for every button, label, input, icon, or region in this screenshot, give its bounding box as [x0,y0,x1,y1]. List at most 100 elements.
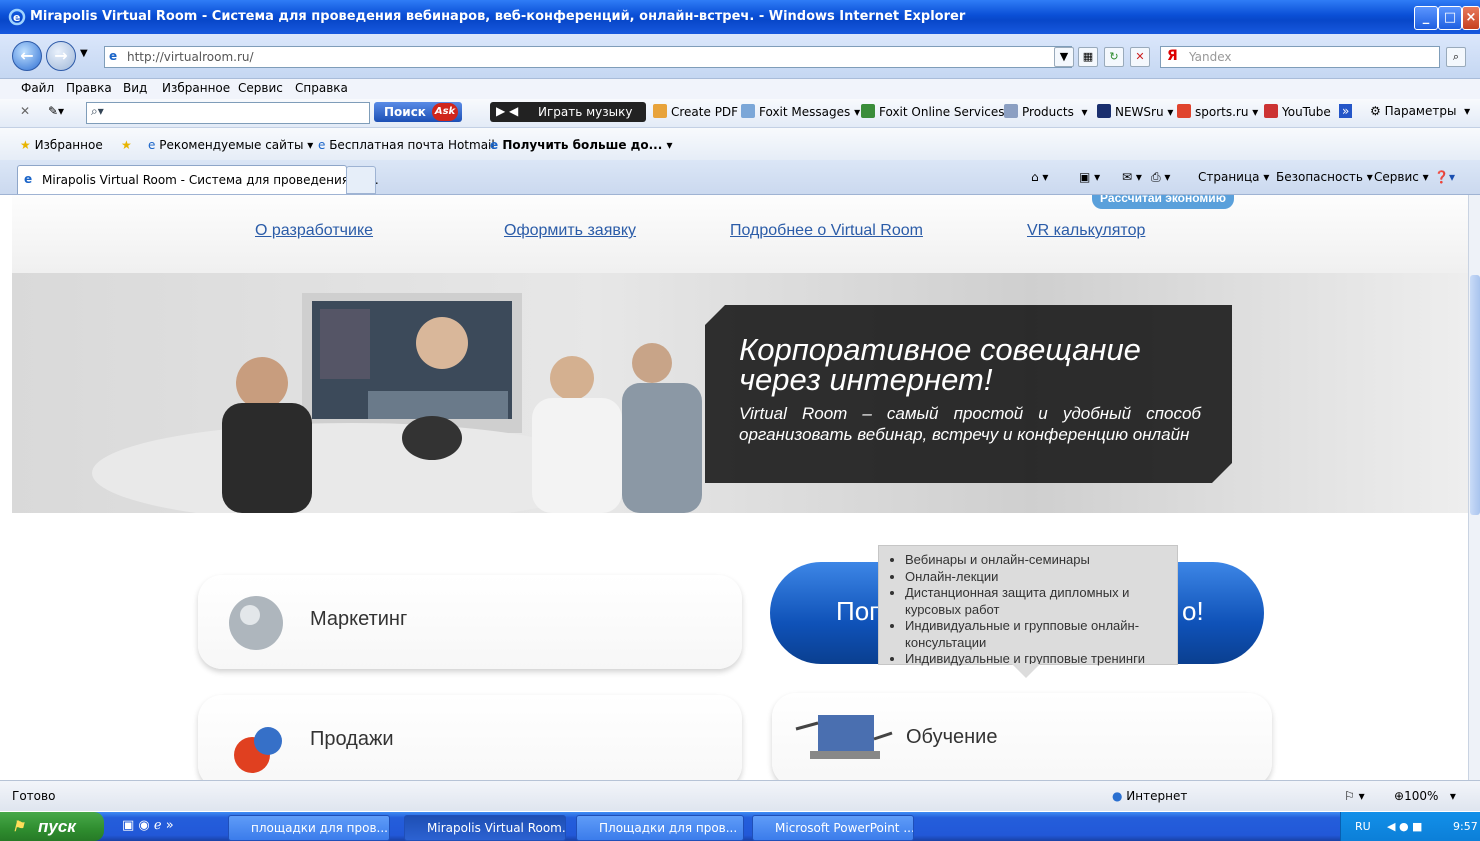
products-button[interactable]: Products ▾ [1004,104,1087,119]
foxit-messages-button[interactable]: Foxit Messages ▾ [741,104,860,119]
vertical-scrollbar[interactable] [1468,195,1480,780]
address-dropdown-icon[interactable]: ▼ [1054,47,1074,67]
tools-menu[interactable]: Сервис ▾ [1374,170,1429,184]
music-player[interactable]: ▶ ◀ Играть музыку [490,102,646,122]
card-sales-label: Продажи [310,728,394,750]
youtube-label: YouTube [1282,105,1331,119]
minimize-button[interactable]: _ [1414,6,1438,30]
card-sales[interactable]: Продажи [198,695,742,780]
menu-file[interactable]: Файл [21,81,54,95]
address-bar[interactable]: e http://virtualroom.ru/ [104,46,1072,68]
newsru-button[interactable]: NEWSru ▾ [1097,104,1173,119]
fav-recommended-label: Рекомендуемые сайты [159,138,304,152]
card-marketing[interactable]: Маркетинг [198,575,742,669]
language-indicator[interactable]: RU [1355,820,1371,833]
nav-more-about[interactable]: Подробнее о Virtual Room [730,222,923,240]
home-icon[interactable]: ⌂ ▾ [1031,170,1048,184]
taskbar-item[interactable]: Microsoft PowerPoint ... [752,815,914,841]
tooltip-item: Вебинары и онлайн-семинары [905,552,1177,569]
edit-icon[interactable]: ✎▾ [48,104,64,118]
print-icon[interactable]: ⎙ ▾ [1151,170,1170,185]
taskbar-item[interactable]: Площадки для пров... [576,815,744,841]
sportsru-icon [1177,104,1191,118]
recent-pages-dropdown-icon[interactable]: ▼ [80,48,88,59]
start-label: пуск [38,817,76,836]
create-pdf-button[interactable]: Create PDF [653,104,738,119]
laptop-hands-icon [795,715,893,759]
more-toolbar-chevron-icon[interactable]: » [1339,104,1353,118]
play-icon[interactable]: ▶ ◀ [496,104,518,118]
settings-button[interactable]: ⚙ Параметры ▾ [1370,104,1470,118]
compatibility-view-icon[interactable]: ▦ [1078,47,1098,67]
close-button[interactable]: × [1462,6,1480,30]
back-button[interactable]: ← [12,41,42,71]
nav-apply[interactable]: Оформить заявку [504,222,636,240]
new-tab-button[interactable] [346,166,376,194]
add-favorite-icon[interactable]: ★ [121,138,132,152]
maximize-button[interactable]: □ [1438,6,1462,30]
page-menu[interactable]: Страница ▾ [1198,170,1269,184]
taskbar-item-label: Mirapolis Virtual Room... [427,821,566,835]
svg-text:e: e [13,11,20,24]
globe-icon [229,596,283,650]
window-title: Mirapolis Virtual Room - Система для про… [30,9,966,24]
fav-recommended[interactable]: e Рекомендуемые сайты ▾ [148,138,313,152]
tooltip-list: Вебинары и онлайн-семинары Онлайн-лекции… [879,552,1177,668]
forward-button[interactable]: → [46,41,76,71]
menu-edit[interactable]: Правка [66,81,112,95]
ask-logo-icon: Ask [432,103,458,121]
favorites-bar: ★ Избранное ★ e Рекомендуемые сайты ▾ e … [0,128,1480,160]
youtube-button[interactable]: YouTube [1264,104,1331,119]
menu-help[interactable]: Справка [295,81,348,95]
search-placeholder: Yandex [1189,50,1232,64]
foxit-online-button[interactable]: Foxit Online Services [861,104,1005,119]
favorites-button[interactable]: ★ Избранное [20,138,103,152]
card-training[interactable]: Обучение [772,693,1272,780]
newsru-icon [1097,104,1111,118]
status-bar: Готово ● Интернет ⚐ ▾ ⊕100% ▾ [0,780,1480,811]
sportsru-button[interactable]: sports.ru ▾ [1177,104,1258,119]
products-icon [1004,104,1018,118]
fav-hotmail-label: Бесплатная почта Hotmail [329,138,495,152]
safety-menu[interactable]: Безопасность ▾ [1276,170,1373,184]
taskbar-item[interactable]: площадки для пров... [228,815,390,841]
zone-label: Интернет [1126,789,1188,803]
search-button[interactable]: Поиск Ask [374,102,462,122]
ie-page-icon: e [318,138,330,152]
banner-subtitle: Virtual Room – самый простой и удобный с… [739,404,1201,444]
mail-icon[interactable]: ✉ ▾ [1122,170,1142,184]
fav-get-more[interactable]: e Получить больше до... ▾ [490,138,672,152]
star-icon: ★ [20,138,35,152]
feeds-icon[interactable]: ▣ ▾ [1079,170,1100,184]
stop-icon[interactable]: ✕ [1130,47,1150,67]
protected-mode-icon[interactable]: ⚐ ▾ [1344,789,1365,803]
tools-menu-label: Сервис [1374,170,1419,184]
toolbar-search-input[interactable]: ⌕▾ [86,102,370,124]
globe-icon: ● [1112,789,1127,803]
web-page: О разработчике Оформить заявку Подробнее… [12,195,1468,780]
start-button[interactable]: ⚑ пуск [0,812,104,841]
toolbar-close-icon[interactable]: ✕ [20,104,30,118]
calc-badge[interactable]: Рассчитай экономию [1092,195,1234,209]
tray-icons[interactable]: ◀ ● ■ [1387,820,1422,833]
nav-vr-calculator[interactable]: VR калькулятор [1027,222,1145,240]
taskbar-item[interactable]: Mirapolis Virtual Room... [404,815,566,841]
menu-favorites[interactable]: Избранное [162,81,230,95]
tab-mirapolis[interactable]: e Mirapolis Virtual Room - Система для п… [17,165,379,194]
menu-tools[interactable]: Сервис [238,81,283,95]
menu-view[interactable]: Вид [123,81,147,95]
newsru-label: NEWSru [1115,105,1164,119]
quicklaunch-icons[interactable]: ▣ ◉ ℯ » [122,818,174,833]
scrollbar-thumb[interactable] [1470,275,1480,515]
nav-about-developer[interactable]: О разработчике [255,222,373,240]
taskbar-item-label: площадки для пров... [251,821,388,835]
help-icon[interactable]: ❓▾ [1434,170,1455,184]
refresh-icon[interactable]: ↻ [1104,47,1124,67]
address-url: http://virtualroom.ru/ [127,50,254,64]
fav-get-more-label: Получить больше до... [502,138,663,152]
clock: 9:57 [1453,820,1478,833]
zoom-control[interactable]: ⊕100% ▾ [1394,789,1456,803]
search-input[interactable]: Я Yandex [1160,46,1440,68]
fav-hotmail[interactable]: e Бесплатная почта Hotmail [318,138,495,152]
search-go-icon[interactable]: ⌕ [1446,47,1466,67]
